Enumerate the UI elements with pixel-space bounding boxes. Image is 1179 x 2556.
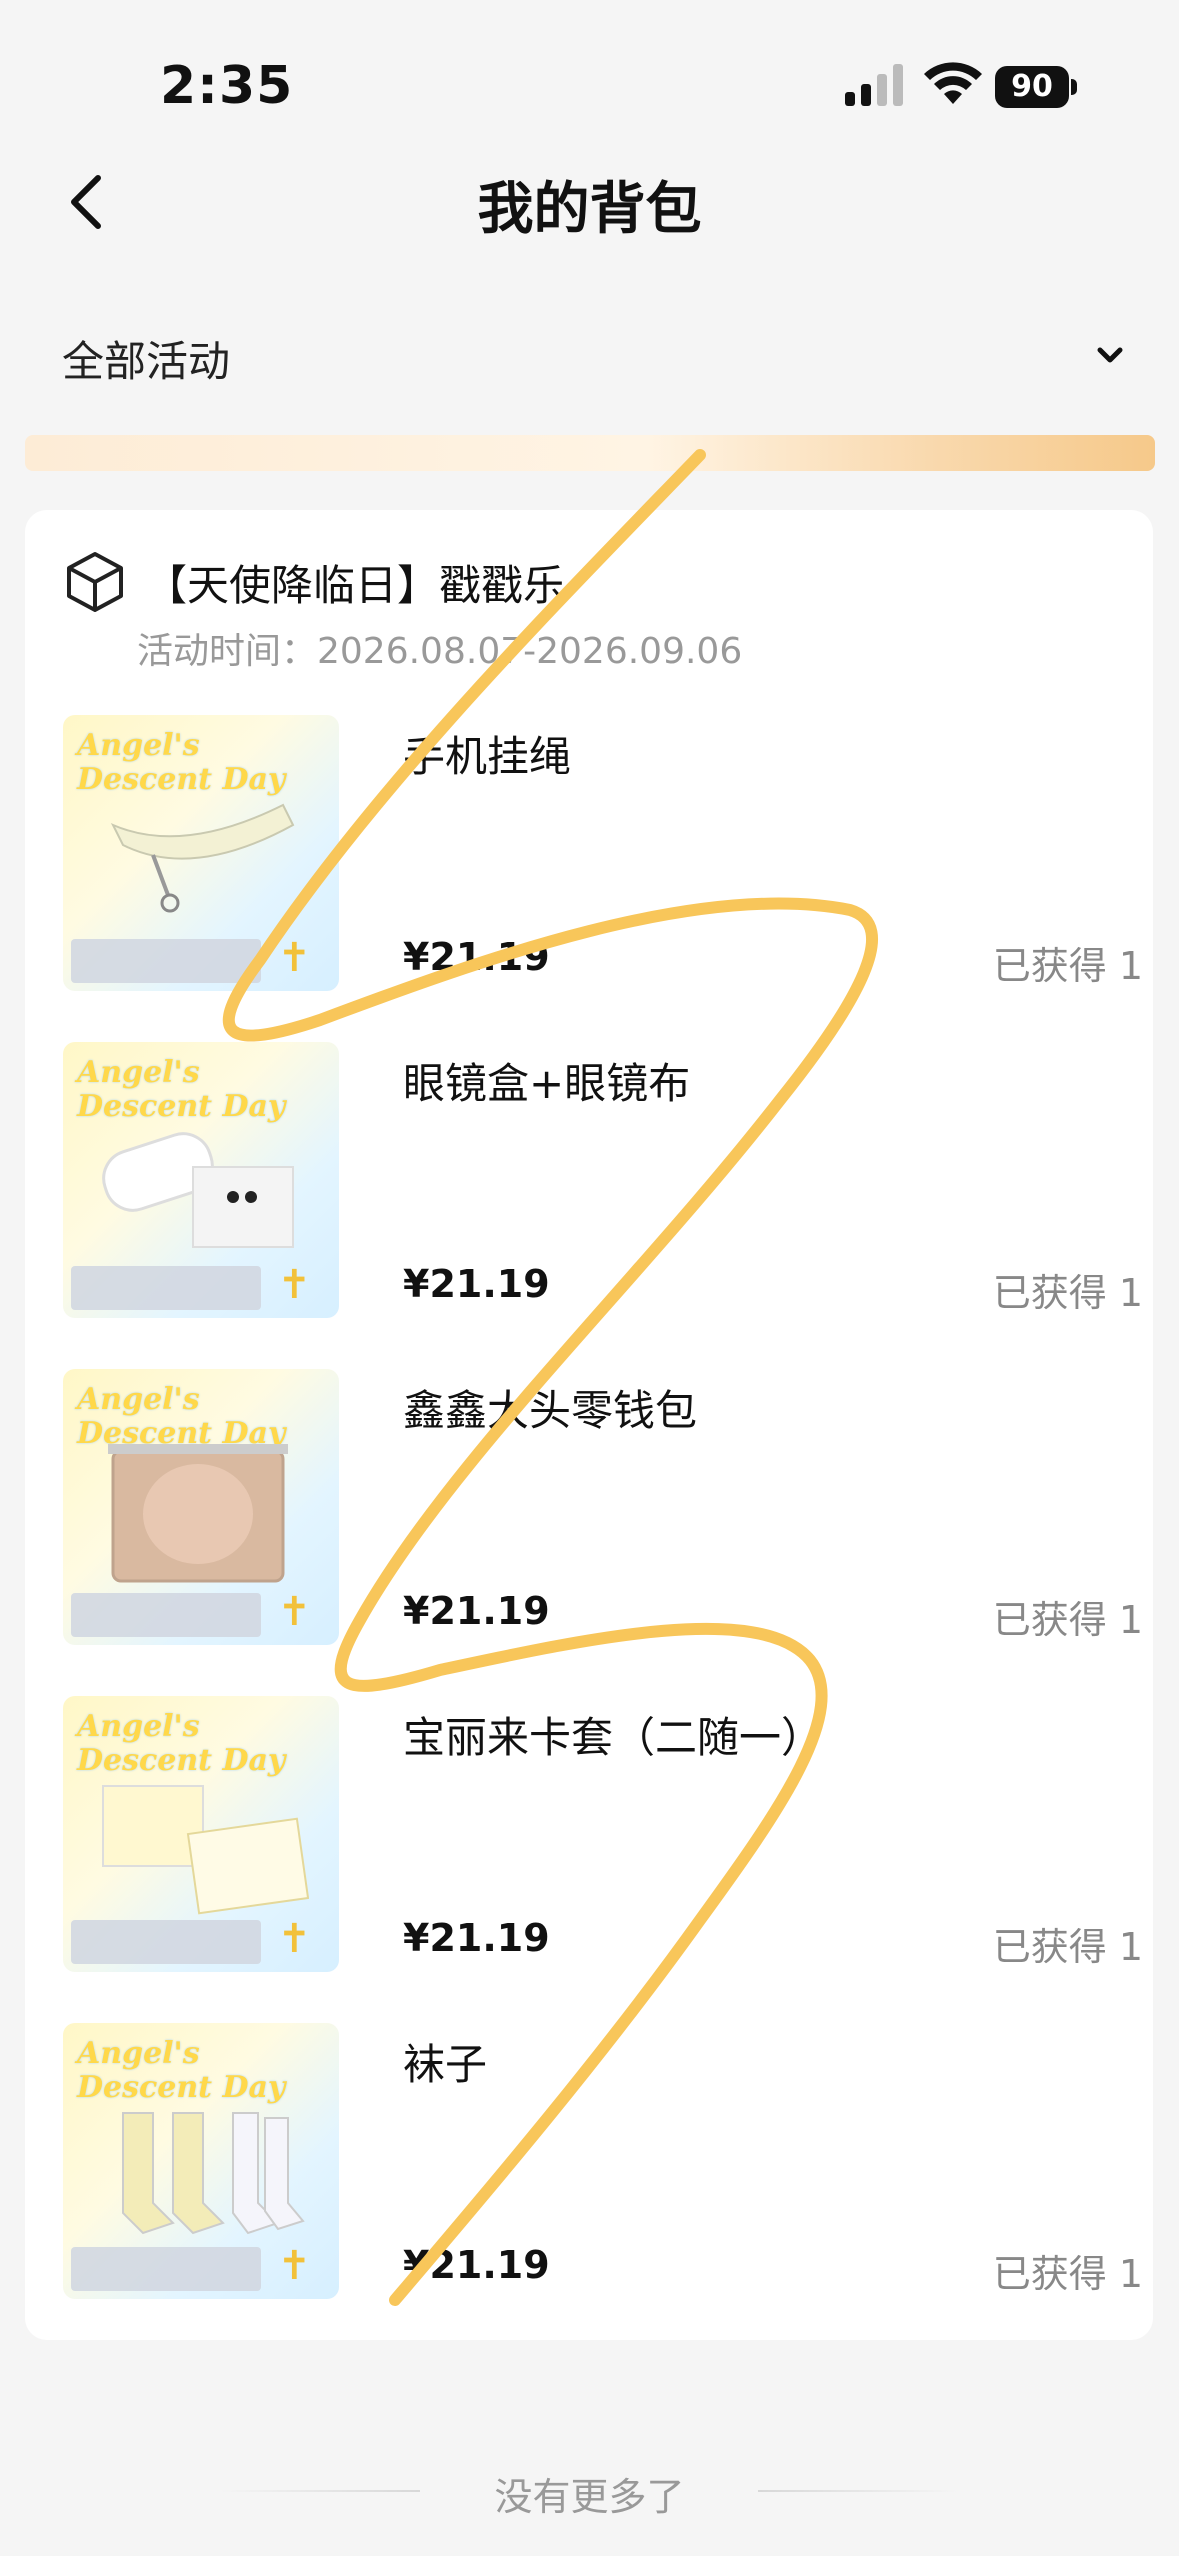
item-owned-count: 已获得 1 [992,1598,1143,1642]
item-name: 手机挂绳 [403,732,572,781]
activity-time: 活动时间：2026.08.07-2026.09.06 [137,631,743,672]
box-icon [67,552,123,612]
status-bar: 2:35 90 [0,0,1179,150]
item-name: 宝丽来卡套（二随一） [403,1713,824,1762]
glasses-case-image [102,1132,294,1248]
activity-card: 【天使降临日】戳戳乐 活动时间：2026.08.07-2026.09.06 An… [25,510,1153,2340]
item-name: 鑫鑫大头零钱包 [403,1386,698,1435]
list-end-indicator: 没有更多了 [0,2460,1179,2520]
item-owned-count: 已获得 1 [992,1271,1143,1315]
product-thumbnail: Angel's Descent Day ✝ [63,2023,339,2299]
product-thumbnail: Angel's Descent Day ✝ [63,1696,339,1972]
chevron-down-icon [1097,347,1123,363]
no-more-text: 没有更多了 [494,2475,685,2519]
item-owned-count: 已获得 1 [992,2252,1143,2296]
item-price: ¥21.19 [403,1589,550,1633]
list-item[interactable]: Angel's Descent Day ✝ 眼镜盒+眼镜布 ¥21.19 已获得… [63,1042,1143,1322]
coin-purse-image [108,1444,288,1583]
list-item[interactable]: Angel's Descent Day ✝ 手机挂绳 ¥21.19 已获得 1 [63,715,1143,995]
status-time: 2:35 [160,56,294,116]
lanyard-image [110,803,295,913]
activity-filter-dropdown[interactable]: 全部活动 [0,300,1179,410]
list-item[interactable]: Angel's Descent Day ✝ 袜子 ¥21.19 已获得 1 [63,2023,1143,2303]
battery-level: 90 [995,66,1069,108]
item-price: ¥21.19 [403,2243,550,2287]
item-owned-count: 已获得 1 [992,1925,1143,1969]
item-name: 眼镜盒+眼镜布 [403,1059,691,1108]
product-thumbnail: Angel's Descent Day ✝ [63,1042,339,1318]
item-price: ¥21.19 [403,1262,550,1306]
item-price: ¥21.19 [403,1916,550,1960]
wifi-icon [924,62,982,104]
list-item[interactable]: Angel's Descent Day ✝ 宝丽来卡套（二随一） ¥21.19 … [63,1696,1143,1976]
battery-icon: 90 [995,66,1077,108]
card-holder-image [102,1785,309,1915]
item-price: ¥21.19 [403,935,550,979]
item-owned-count: 已获得 1 [992,944,1143,988]
filter-selected-label: 全部活动 [62,337,231,386]
cellular-signal-icon [845,64,903,106]
list-item[interactable]: Angel's Descent Day ✝ 鑫鑫大头零钱包 ¥21.19 已获得… [63,1369,1143,1649]
socks-image [122,2112,305,2235]
footer-divider-right [758,2490,958,2492]
product-thumbnail: Angel's Descent Day ✝ [63,715,339,991]
activity-title: 【天使降临日】戳戳乐 [145,561,566,610]
banner-strip [25,435,1155,471]
product-thumbnail: Angel's Descent Day ✝ [63,1369,339,1645]
item-name: 袜子 [403,2040,488,2089]
page-title: 我的背包 [477,177,702,242]
nav-bar: 我的背包 [0,150,1179,260]
